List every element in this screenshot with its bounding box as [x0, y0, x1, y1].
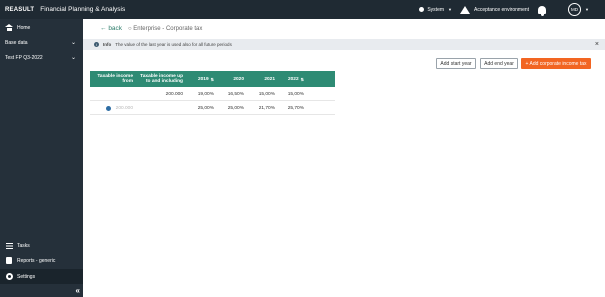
sidebar-item-label: Home [17, 24, 31, 31]
cell-to[interactable] [135, 101, 183, 115]
cell-rate[interactable]: 15,00% [248, 87, 275, 101]
document-icon [6, 257, 12, 264]
chevron-down-icon[interactable]: ▼ [585, 7, 589, 12]
column-header-year: 2020 [233, 76, 244, 82]
info-banner: i Info The value of the last year is use… [83, 39, 605, 50]
column-header-to: Taxable income up to and including [140, 74, 183, 84]
environment-indicator: Acceptance environment [459, 5, 530, 14]
app-title: Financial Planning & Analysis [40, 6, 126, 13]
sidebar-item-base-data[interactable]: Base data ⌄ [0, 35, 83, 50]
top-bar: REASULT Financial Planning & Analysis Sy… [0, 0, 605, 19]
collapse-sidebar-icon[interactable]: « [76, 286, 80, 295]
cell-from[interactable] [90, 87, 133, 101]
chevron-down-icon: ▼ [448, 7, 452, 12]
page-title: Enterprise - Corporate tax [133, 25, 203, 32]
add-corporate-tax-button[interactable]: + Add corporate income tax [521, 58, 591, 69]
column-header-year: 2021 [264, 76, 275, 82]
cell-rate[interactable]: 25,00% [218, 101, 244, 115]
gear-icon [5, 273, 13, 280]
sidebar-item-tasks[interactable]: Tasks [0, 238, 83, 253]
column-header-year[interactable]: 2022 ⇅ [276, 71, 304, 87]
column-header-from: Taxable income from [97, 74, 133, 84]
add-end-year-button[interactable]: Add end year [480, 58, 518, 69]
sidebar-item-home[interactable]: Home [0, 20, 83, 35]
back-label: back [108, 25, 123, 32]
table-header: Taxable income from Taxable income up to… [90, 71, 335, 87]
system-selector[interactable]: System ▼ [419, 7, 452, 13]
page-header: ← back ○ Enterprise - Corporate tax [83, 19, 605, 39]
info-message: The value of the last year is used also … [115, 42, 232, 47]
warning-icon [459, 5, 470, 14]
cell-rate[interactable]: 19,00% [186, 87, 214, 101]
main-content: ← back ○ Enterprise - Corporate tax i In… [83, 19, 605, 297]
bell-icon[interactable] [538, 5, 547, 16]
environment-label: Acceptance environment [473, 6, 530, 13]
sort-icon: ⇅ [300, 76, 304, 82]
back-link[interactable]: ← back [100, 25, 122, 32]
info-label: Info [103, 42, 112, 47]
sidebar-item-label: Test FP Q3-2022 [5, 54, 43, 61]
column-header-year[interactable]: 2019 ⇅ [186, 71, 214, 87]
sidebar-item-test-fp[interactable]: Test FP Q3-2022 ⌄ [0, 50, 83, 65]
cell-from[interactable]: 200.000 [90, 101, 133, 115]
cell-rate[interactable]: 15,00% [276, 87, 304, 101]
home-icon [5, 24, 13, 31]
cell-rate[interactable]: 25,00% [186, 101, 214, 115]
corporate-tax-table: Taxable income from Taxable income up to… [90, 71, 335, 115]
cell-rate[interactable]: 16,50% [218, 87, 244, 101]
system-label: System [427, 6, 445, 13]
cell-to[interactable]: 200.000 [135, 87, 183, 101]
sort-icon: ⇅ [210, 76, 214, 82]
chevron-down-icon: ⌄ [70, 40, 76, 46]
close-icon[interactable]: × [595, 41, 599, 48]
system-icon [419, 7, 425, 12]
sidebar-item-label: Settings [17, 273, 36, 280]
sidebar-item-label: Reports - generic [17, 257, 56, 264]
sidebar-item-label: Base data [5, 39, 28, 46]
add-start-year-button[interactable]: Add start year [436, 58, 476, 69]
info-icon: i [94, 42, 99, 47]
sidebar: Home Base data ⌄ Test FP Q3-2022 ⌄ Tasks… [0, 19, 83, 297]
chevron-down-icon: ⌄ [70, 55, 76, 61]
cell-rate[interactable]: 25,70% [276, 101, 304, 115]
list-icon [5, 242, 13, 249]
topbar-right: System ▼ Acceptance environment MD ▼ [419, 0, 605, 19]
table-row[interactable]: 200.000 25,00% 25,00% 21,70% 25,70% [90, 101, 335, 115]
brand-logo[interactable]: REASULT [5, 7, 34, 13]
sidebar-item-label: Tasks [17, 242, 30, 249]
avatar[interactable]: MD [568, 3, 582, 16]
table-row[interactable]: 200.000 19,00% 16,50% 15,00% 15,00% [90, 87, 335, 101]
sidebar-item-settings[interactable]: Settings [0, 269, 83, 284]
breadcrumb: ○ Enterprise - Corporate tax [128, 25, 203, 32]
cell-rate[interactable]: 21,70% [248, 101, 275, 115]
sidebar-item-reports[interactable]: Reports - generic [0, 253, 83, 268]
